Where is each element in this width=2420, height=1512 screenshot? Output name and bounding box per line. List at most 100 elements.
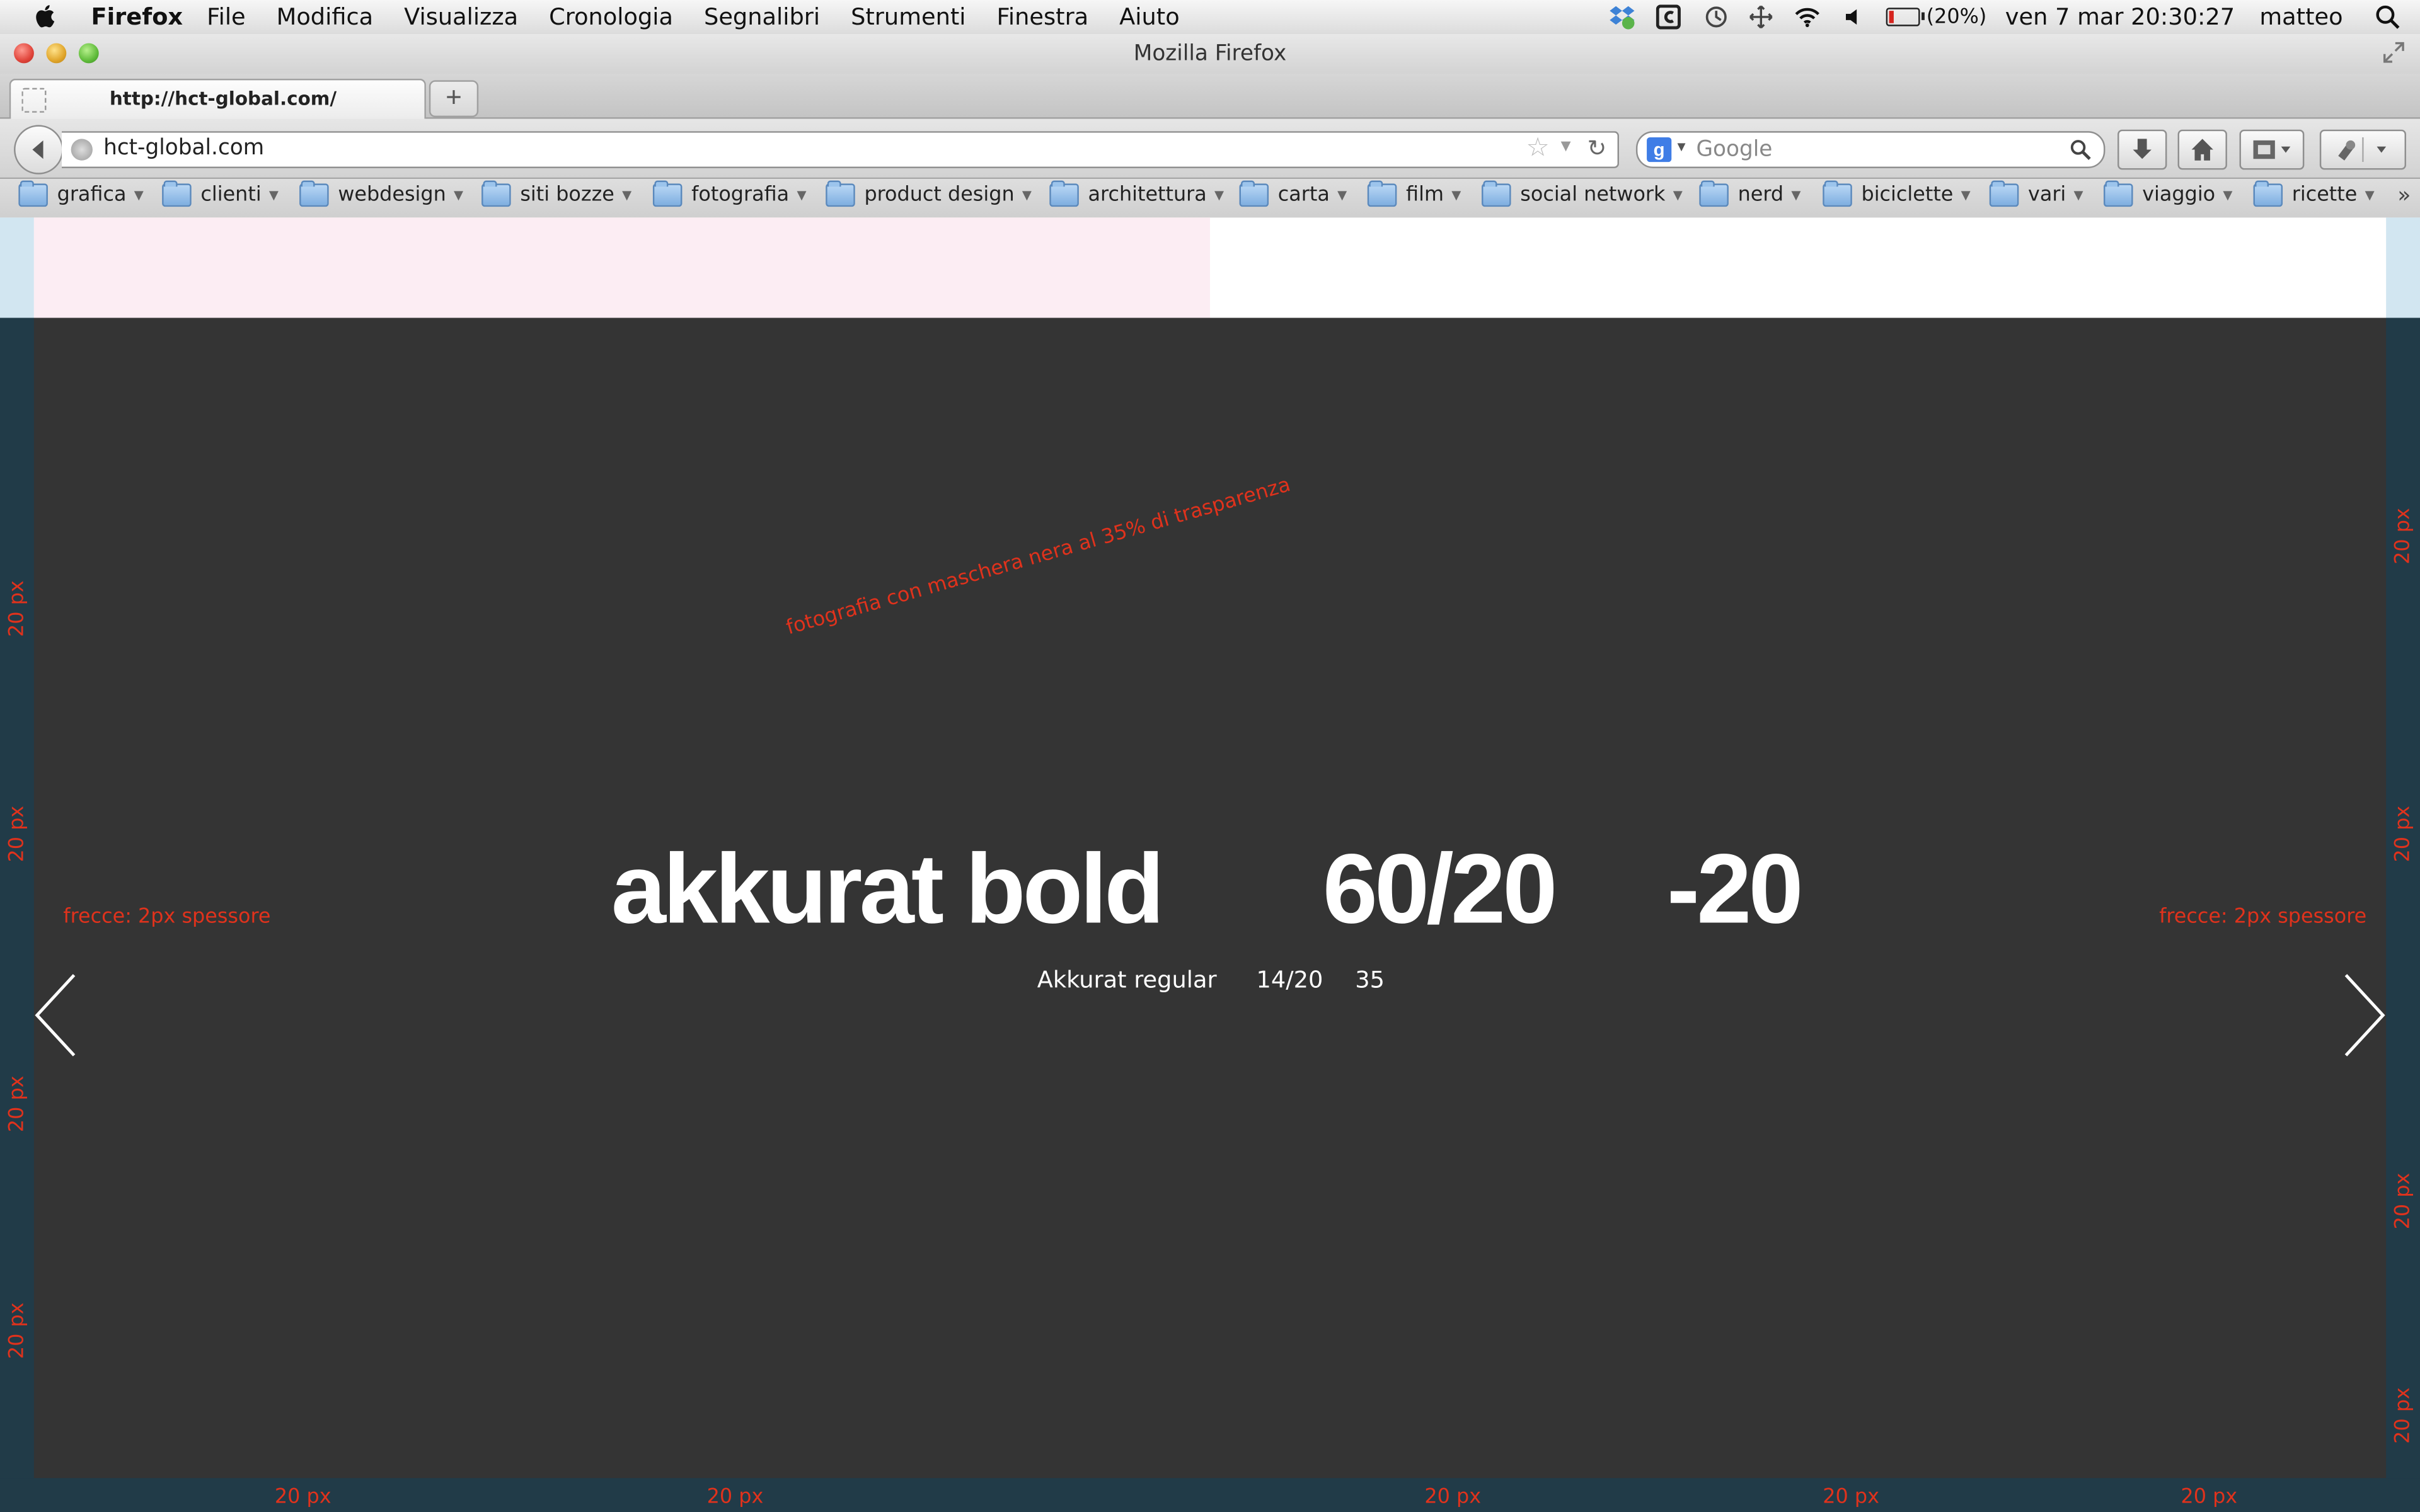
status-area: (20%) ven 7 mar 20:30:27 matteo bbox=[1608, 0, 2420, 34]
bookmark-folder-siti-bozze[interactable]: siti bozze ▼ bbox=[481, 180, 631, 207]
gutter-label-bottom: 20 px bbox=[1823, 1486, 1879, 1509]
downloads-button[interactable] bbox=[2118, 129, 2167, 170]
bookmark-folder-clienti[interactable]: clienti ▼ bbox=[162, 180, 279, 207]
menu-segnalibri[interactable]: Segnalibri bbox=[704, 3, 820, 31]
extension-menu-button[interactable] bbox=[2319, 129, 2406, 170]
bookmark-folder-product-design[interactable]: product design ▼ bbox=[826, 180, 1032, 207]
battery-indicator[interactable]: (20%) bbox=[1886, 5, 1987, 29]
tab-hct-global[interactable]: http://hct-global.com/ bbox=[9, 78, 426, 119]
menu-items: File Modifica Visualizza Cronologia Segn… bbox=[207, 3, 1211, 31]
url-bar[interactable]: hct-global.com ☆ ▼ ↻ bbox=[61, 131, 1620, 168]
menubar-clock[interactable]: ven 7 mar 20:30:27 bbox=[2005, 3, 2235, 31]
bookmark-label: webdesign bbox=[338, 183, 446, 207]
back-button[interactable] bbox=[14, 125, 64, 175]
favicon-placeholder-icon bbox=[21, 88, 47, 113]
apple-logo-icon[interactable] bbox=[34, 3, 59, 30]
menu-modifica[interactable]: Modifica bbox=[277, 3, 374, 31]
bookmark-label: siti bozze bbox=[520, 183, 614, 207]
folder-icon bbox=[652, 180, 683, 207]
slider-next-arrow-icon[interactable] bbox=[2340, 972, 2392, 1058]
search-bar[interactable]: g ▼ bbox=[1635, 131, 2106, 168]
bookmark-folder-biciclette[interactable]: biciclette ▼ bbox=[1823, 180, 1971, 207]
fullscreen-icon[interactable] bbox=[2383, 42, 2404, 63]
app-menu-firefox[interactable]: Firefox bbox=[91, 3, 183, 31]
bookmark-folder-carta[interactable]: carta ▼ bbox=[1239, 180, 1347, 207]
menu-aiuto[interactable]: Aiuto bbox=[1119, 3, 1180, 31]
gutter-label-left: 20 px bbox=[6, 1075, 30, 1133]
spotlight-search-icon[interactable] bbox=[2374, 4, 2402, 29]
extension-gear-icon bbox=[2338, 137, 2387, 163]
bookmark-folder-ricette[interactable]: ricette ▼ bbox=[2253, 180, 2375, 207]
bookmark-folder-film[interactable]: film ▼ bbox=[1367, 180, 1461, 207]
gutter-label-bottom: 20 px bbox=[274, 1486, 331, 1509]
battery-level bbox=[1889, 11, 1894, 23]
menu-strumenti[interactable]: Strumenti bbox=[851, 3, 965, 31]
bookmark-folder-webdesign[interactable]: webdesign ▼ bbox=[299, 180, 464, 207]
bookmark-folder-viaggio[interactable]: viaggio ▼ bbox=[2103, 180, 2232, 207]
folder-icon bbox=[162, 180, 192, 207]
home-button[interactable] bbox=[2177, 129, 2227, 170]
bookmarks-toolbar: grafica ▼ clienti ▼ webdesign ▼ siti bozze ▼… bbox=[0, 179, 2420, 219]
slider-bottom-gutter bbox=[0, 1478, 2420, 1512]
url-text[interactable]: hct-global.com bbox=[103, 136, 264, 161]
time-machine-icon[interactable] bbox=[1701, 4, 1729, 29]
menu-finestra[interactable]: Finestra bbox=[996, 3, 1088, 31]
bookmark-label: fotografia bbox=[691, 183, 790, 207]
reload-icon[interactable]: ↻ bbox=[1587, 134, 1607, 163]
search-input[interactable] bbox=[1693, 135, 2070, 164]
bookmark-folder-architettura[interactable]: architettura ▼ bbox=[1049, 180, 1224, 207]
window-title: Mozilla Firefox bbox=[1133, 42, 1287, 67]
slider-prev-arrow-icon[interactable] bbox=[31, 972, 83, 1058]
addon-menu-button[interactable] bbox=[2239, 129, 2305, 170]
engine-dropdown-icon[interactable]: ▼ bbox=[1674, 139, 1688, 154]
caret-down-icon: ▼ bbox=[454, 188, 464, 202]
bookmark-folder-fotografia[interactable]: fotografia ▼ bbox=[652, 180, 807, 207]
bookmark-label: film bbox=[1406, 183, 1444, 207]
caret-down-icon: ▼ bbox=[1791, 188, 1801, 202]
bookmark-folder-vari[interactable]: vari ▼ bbox=[1989, 180, 2083, 207]
battery-percent: (20%) bbox=[1926, 5, 1987, 29]
caret-down-icon: ▼ bbox=[2073, 188, 2083, 202]
home-icon bbox=[2191, 139, 2213, 161]
gutter-label-right: 20 px bbox=[2392, 1387, 2416, 1444]
menu-cronologia[interactable]: Cronologia bbox=[549, 3, 673, 31]
caret-down-icon: ▼ bbox=[134, 188, 144, 202]
bookmark-star-icon[interactable]: ☆ bbox=[1526, 133, 1549, 164]
bookmark-label: nerd bbox=[1737, 183, 1784, 207]
bookmark-label: product design bbox=[864, 183, 1015, 207]
gutter-label-left: 20 px bbox=[6, 1302, 30, 1360]
folder-icon bbox=[1482, 180, 1511, 207]
bookmark-label: ricette bbox=[2291, 183, 2358, 207]
folder-icon bbox=[1699, 180, 1729, 207]
back-arrow-icon bbox=[32, 140, 43, 159]
left-arrow-annotation: frecce: 2px spessore bbox=[63, 905, 271, 929]
bluetooth-move-icon[interactable] bbox=[1748, 4, 1775, 29]
gutter-label-left: 20 px bbox=[6, 805, 30, 862]
url-history-dropdown-icon[interactable]: ▼ bbox=[1557, 137, 1574, 156]
google-engine-icon[interactable]: g bbox=[1647, 137, 1672, 163]
addon-puzzle-icon bbox=[2253, 140, 2291, 159]
bookmark-label: social network bbox=[1520, 183, 1666, 207]
bookmark-folder-social-network[interactable]: social network ▼ bbox=[1482, 180, 1683, 207]
folder-icon bbox=[1239, 180, 1269, 207]
menu-visualizza[interactable]: Visualizza bbox=[404, 3, 518, 31]
wifi-icon[interactable] bbox=[1794, 4, 1821, 29]
folder-icon bbox=[2253, 180, 2283, 207]
search-magnifier-icon[interactable] bbox=[2070, 134, 2091, 166]
menubar-user[interactable]: matteo bbox=[2259, 3, 2342, 31]
volume-icon[interactable] bbox=[1840, 4, 1868, 29]
new-tab-button[interactable]: + bbox=[429, 80, 479, 118]
caret-down-icon: ▼ bbox=[1337, 188, 1347, 202]
bookmarks-overflow-icon[interactable]: » bbox=[2397, 183, 2411, 208]
folder-icon bbox=[826, 180, 855, 207]
menu-file[interactable]: File bbox=[207, 3, 245, 31]
c-app-icon[interactable] bbox=[1655, 4, 1683, 30]
download-arrow-icon bbox=[2133, 139, 2152, 159]
bookmark-folder-nerd[interactable]: nerd ▼ bbox=[1699, 180, 1801, 207]
bookmark-folder-grafica[interactable]: grafica ▼ bbox=[18, 180, 144, 207]
gutter-label-bottom: 20 px bbox=[1424, 1486, 1482, 1509]
dropbox-icon[interactable] bbox=[1608, 4, 1636, 30]
site-identity-icon[interactable] bbox=[71, 139, 93, 161]
gutter-label-right: 20 px bbox=[2392, 508, 2416, 564]
headline-font-name: akkurat bold bbox=[611, 833, 1165, 944]
